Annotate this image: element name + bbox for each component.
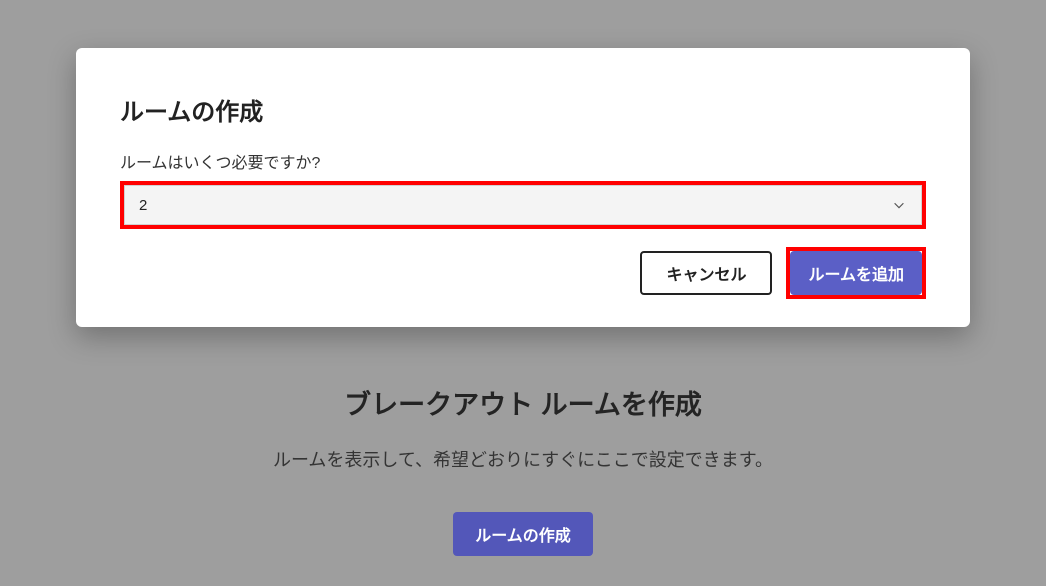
room-count-label: ルームはいくつ必要ですか? xyxy=(120,149,926,173)
background-subtext: ルームを表示して、希望どおりにすぐにここで設定できます。 xyxy=(273,446,773,472)
cancel-button[interactable]: キャンセル xyxy=(640,251,772,295)
add-room-button[interactable]: ルームを追加 xyxy=(790,251,922,295)
modal-title: ルームの作成 xyxy=(120,92,926,127)
add-room-button-highlight: ルームを追加 xyxy=(786,247,926,299)
modal-button-row: キャンセル ルームを追加 xyxy=(120,247,926,299)
room-count-select-highlight: 2 xyxy=(120,181,926,229)
room-count-value: 2 xyxy=(139,197,147,214)
create-room-modal: ルームの作成 ルームはいくつ必要ですか? 2 キャンセル ルームを追加 xyxy=(76,48,970,327)
chevron-down-icon xyxy=(891,197,907,213)
background-heading: ブレークアウト ルームを作成 xyxy=(344,383,702,422)
room-count-select[interactable]: 2 xyxy=(124,185,922,225)
create-room-button-background[interactable]: ルームの作成 xyxy=(453,512,593,556)
